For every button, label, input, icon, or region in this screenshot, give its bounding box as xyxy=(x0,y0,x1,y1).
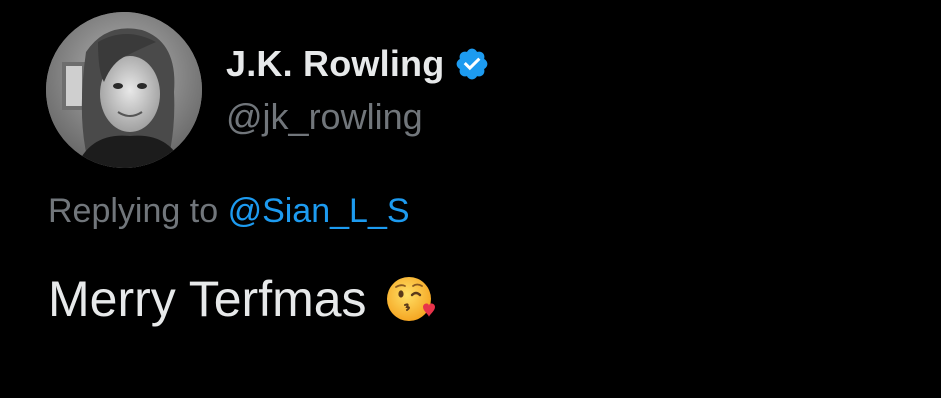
author-handle[interactable]: @jk_rowling xyxy=(226,96,423,138)
tweet-card: J.K. Rowling @jk_rowling Replying to @Si… xyxy=(0,0,941,398)
face-blowing-kiss-emoji-icon xyxy=(385,273,437,325)
tweet-body: Merry Terfmas xyxy=(48,270,437,328)
replying-to-line: Replying to @Sian_L_S xyxy=(48,192,410,231)
replying-to-label: Replying to xyxy=(48,192,219,230)
author-name-row[interactable]: J.K. Rowling xyxy=(226,42,490,86)
reply-mention-link[interactable]: @Sian_L_S xyxy=(228,192,410,230)
author-name[interactable]: J.K. Rowling xyxy=(226,43,444,85)
avatar-photo-icon xyxy=(46,12,202,168)
tweet-text: Merry Terfmas xyxy=(48,271,367,327)
author-avatar[interactable] xyxy=(46,12,202,168)
verified-badge-icon[interactable] xyxy=(454,46,490,82)
